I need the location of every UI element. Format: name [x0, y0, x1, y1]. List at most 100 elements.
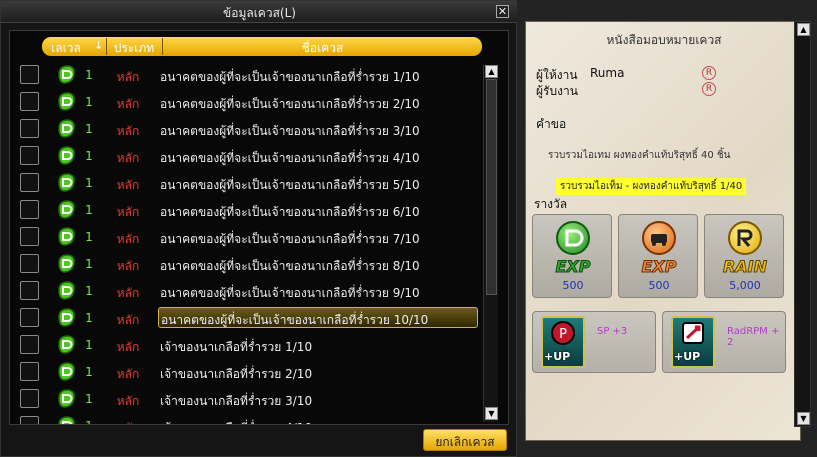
reward-value: 5,000	[729, 279, 761, 292]
rain-coin-icon	[728, 221, 762, 255]
header-type[interactable]: ประเภท	[107, 39, 161, 58]
reward-type: EXP	[641, 257, 677, 277]
upgrade-badge: +UP	[544, 350, 571, 363]
quest-type-icon	[56, 415, 77, 424]
table-row[interactable]: 1 หลัก เจ้าของนาเกลือที่ร่ำรวย 1/10	[10, 331, 485, 358]
quest-level: 1	[85, 68, 93, 82]
quest-level: 1	[85, 284, 93, 298]
receiver-stamp-icon: R	[702, 82, 716, 96]
quest-name: เจ้าของนาเกลือที่ร่ำรวย 2/10	[160, 367, 313, 381]
quest-checkbox[interactable]	[20, 362, 39, 381]
quest-type: หลัก	[116, 367, 140, 381]
quest-level: 1	[85, 230, 93, 244]
reward-type: EXP	[555, 257, 591, 277]
quest-type: หลัก	[116, 340, 140, 354]
table-row[interactable]: 1 หลัก อนาคตของผู้ที่จะเป็นเจ้าของนาเกลือท…	[10, 304, 485, 331]
driver-exp-icon	[556, 221, 590, 255]
quest-name: อนาคตของผู้ที่จะเป็นเจ้าของนาเกลือที่ร่ำ…	[160, 178, 420, 192]
quest-type: หลัก	[116, 286, 140, 300]
quest-checkbox[interactable]	[20, 65, 39, 84]
quest-list-scrollbar[interactable]: ▲ ▼	[483, 65, 498, 422]
reward-item-rpm[interactable]: +UP RadRPM + 2	[662, 311, 786, 373]
quest-type: หลัก	[108, 419, 148, 424]
quest-level: 1	[85, 95, 93, 109]
quest-type: หลัก	[116, 232, 140, 246]
quest-type-icon	[56, 307, 77, 328]
quest-type: หลัก	[116, 151, 140, 165]
table-row[interactable]: 1 หลัก อนาคตของผู้ที่จะเป็นเจ้าของนาเกลือท…	[10, 277, 485, 304]
table-row[interactable]: 1 หลัก อนาคตของผู้ที่จะเป็นเจ้าของนาเกลือท…	[10, 142, 485, 169]
quest-checkbox[interactable]	[20, 227, 39, 246]
quest-name: อนาคตของผู้ที่จะเป็นเจ้าของนาเกลือที่ร่ำ…	[160, 70, 420, 84]
table-row[interactable]: 1 หลัก อนาคตของผู้ที่จะเป็นเจ้าของนาเกลือท…	[10, 250, 485, 277]
quest-type-icon	[56, 91, 77, 112]
quest-checkbox[interactable]	[20, 119, 39, 138]
cancel-quest-button[interactable]: ยกเลิกเควส	[423, 429, 507, 451]
quest-list-panel: เลเวล ↓ ประเภท ชื่อเควส 1 หลัก อนาคตของผู้…	[9, 30, 509, 425]
header-level[interactable]: เลเวล	[42, 39, 90, 58]
request-text: รวบรวมไอเทม ผงทองคำแท้บริสุทธิ์ 40 ชิ้น	[548, 150, 731, 161]
quest-type-icon	[56, 334, 77, 355]
table-row[interactable]: 1 หลัก เจ้าของนาเกลือที่ร่ำรวย 3/10	[10, 385, 485, 412]
quest-name: อนาคตของผู้ที่จะเป็นเจ้าของนาเกลือที่ร่ำ…	[160, 286, 420, 300]
quest-checkbox[interactable]	[20, 173, 39, 192]
reward-rain: RAIN 5,000	[704, 214, 784, 298]
quest-document: หนังสือมอบหมายเควส ผู้ให้งาน Ruma R ผู้ร…	[525, 21, 801, 441]
close-button[interactable]: ✕	[496, 5, 509, 18]
quest-checkbox[interactable]	[20, 200, 39, 219]
quest-checkbox[interactable]	[20, 281, 39, 300]
detail-scrollbar[interactable]: ▲ ▼	[794, 21, 811, 427]
header-quest-name[interactable]: ชื่อเควส	[163, 39, 482, 58]
reward-type: RAIN	[722, 257, 768, 277]
quest-checkbox[interactable]	[20, 254, 39, 273]
quest-checkbox[interactable]	[20, 335, 39, 354]
table-row[interactable]: 1 หลัก อนาคตของผู้ที่จะเป็นเจ้าของนาเกลือท…	[10, 115, 485, 142]
giver-name: Ruma	[590, 66, 625, 80]
svg-text:P: P	[559, 327, 567, 342]
table-row[interactable]: 1 หลัก อนาคตของผู้ที่จะเป็นเจ้าของนาเกลือท…	[10, 169, 485, 196]
quest-level: 1	[85, 338, 93, 352]
quest-type: หลัก	[116, 205, 140, 219]
detail-scroll-up-button[interactable]: ▲	[797, 23, 810, 36]
quest-type-icon	[56, 280, 77, 301]
table-row[interactable]: 1 หลัก อนาคตของผู้ที่จะเป็นเจ้าของนาเกลือท…	[10, 196, 485, 223]
quest-checkbox[interactable]	[20, 389, 39, 408]
sort-arrow-icon: ↓	[94, 39, 104, 52]
reward-item-sp[interactable]: P +UP SP +3	[532, 311, 656, 373]
quest-type-icon	[56, 118, 77, 139]
table-row[interactable]: 1 หลัก เจ้าของนาเกลือที่ร่ำรวย 4/10	[10, 412, 485, 424]
quest-checkbox[interactable]	[20, 308, 39, 327]
quest-type-icon	[56, 64, 77, 85]
scroll-thumb[interactable]	[486, 79, 497, 295]
table-row[interactable]: 1 หลัก อนาคตของผู้ที่จะเป็นเจ้าของนาเกลือท…	[10, 61, 485, 88]
reward-label: รางวัล	[534, 197, 568, 211]
scroll-up-button[interactable]: ▲	[485, 65, 498, 78]
table-row[interactable]: 1 หลัก เจ้าของนาเกลือที่ร่ำรวย 2/10	[10, 358, 485, 385]
quest-name: อนาคตของผู้ที่จะเป็นเจ้าของนาเกลือที่ร่ำ…	[160, 151, 420, 165]
detail-scroll-down-button[interactable]: ▼	[797, 412, 810, 425]
quest-level: 1	[85, 149, 93, 163]
quest-type-icon	[56, 361, 77, 382]
kart-exp-icon	[642, 221, 676, 255]
quest-name: อนาคตของผู้ที่จะเป็นเจ้าของนาเกลือที่ร่ำ…	[160, 232, 420, 246]
quest-type: หลัก	[116, 70, 140, 84]
scroll-down-button[interactable]: ▼	[485, 407, 498, 420]
title-bar[interactable]: ข้อมูลเควส(L) ✕	[1, 1, 518, 23]
quest-level: 1	[85, 311, 93, 325]
quest-checkbox[interactable]	[20, 416, 39, 424]
quest-checkbox[interactable]	[20, 146, 39, 165]
quest-list-window: ข้อมูลเควส(L) ✕ เลเวล ↓ ประเภท ชื่อเควส …	[0, 0, 518, 457]
quest-type-icon	[56, 253, 77, 274]
quest-level: 1	[85, 122, 93, 136]
table-row[interactable]: 1 หลัก อนาคตของผู้ที่จะเป็นเจ้าของนาเกลือท…	[10, 88, 485, 115]
table-row[interactable]: 1 หลัก อนาคตของผู้ที่จะเป็นเจ้าของนาเกลือท…	[10, 223, 485, 250]
quest-name: เจ้าของนาเกลือที่ร่ำรวย 4/10	[160, 419, 480, 424]
quest-type: หลัก	[116, 259, 140, 273]
reward-driver-exp: EXP 500	[532, 214, 612, 298]
document-title: หนังสือมอบหมายเควส	[606, 33, 722, 47]
sp-upgrade-icon: P +UP	[541, 316, 585, 368]
quest-name: อนาคตของผู้ที่จะเป็นเจ้าของนาเกลือที่ร่ำ…	[158, 307, 478, 328]
quest-checkbox[interactable]	[20, 92, 39, 111]
rpm-upgrade-icon: +UP	[671, 316, 715, 368]
item-text: RadRPM + 2	[727, 326, 780, 348]
